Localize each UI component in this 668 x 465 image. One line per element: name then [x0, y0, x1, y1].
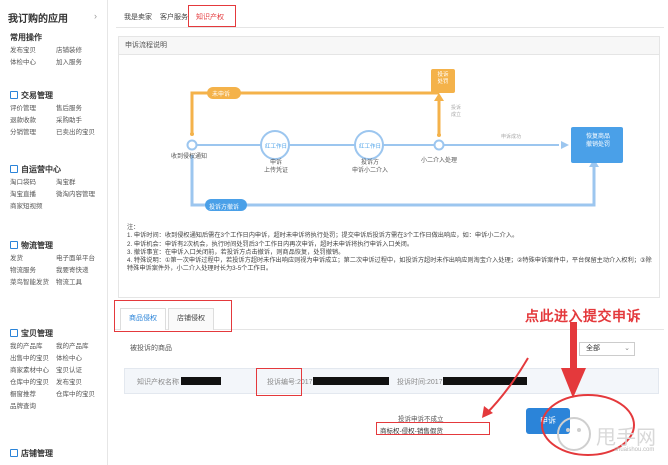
- sidebar-link[interactable]: 体检中心: [56, 354, 102, 364]
- appeal2-label: 投诉方 申诉小二介入: [351, 160, 388, 174]
- redaction: [442, 377, 527, 385]
- appeal2-tag: 红工作日: [359, 144, 382, 150]
- sidebar-link[interactable]: 发布宝贝: [10, 46, 56, 56]
- sidebar-link[interactable]: 物流服务: [10, 266, 56, 276]
- sidebar-group-title: 常用操作: [10, 33, 42, 42]
- label-appeal-success: 申诉成功: [501, 134, 522, 140]
- sidebar-link[interactable]: 采购助手: [56, 116, 102, 126]
- sidebar-group-title: 店铺管理: [21, 449, 53, 458]
- pointer-arrow-icon: [482, 406, 493, 418]
- sidebar-link[interactable]: 淘宝直播: [10, 190, 56, 200]
- chevron-down-icon: ⌄: [624, 345, 630, 352]
- sidebar-link[interactable]: 菜鸟智能发货: [10, 278, 56, 288]
- sidebar-link[interactable]: 橱窗推荐: [10, 390, 56, 400]
- sidebar-link[interactable]: 我要寄快递: [56, 266, 102, 276]
- note-line: 1. 申诉时间：收到侵权通知后需在3个工作日内申诉，超时未申诉将执行处罚；提交申…: [127, 232, 519, 240]
- sidebar-link[interactable]: 体检中心: [10, 58, 56, 68]
- chevron-right-icon[interactable]: ›: [94, 11, 97, 21]
- sidebar-link[interactable]: 发货: [10, 254, 56, 264]
- sidebar-link[interactable]: 商家短视频: [10, 202, 56, 212]
- sidebar-link[interactable]: 商家素材中心: [10, 366, 56, 376]
- status-filter-select[interactable]: 全部 ⌄: [579, 342, 635, 356]
- sidebar-link[interactable]: 我的产品库: [56, 342, 102, 352]
- ip-name-label: 知识产权名称: [137, 379, 179, 386]
- watermark-glyphs: 甩手网: [596, 425, 656, 449]
- sidebar: 我订购的应用 › 常用操作 发布宝贝 店铺装修 体检中心 加入服务 交易管理 评…: [0, 0, 108, 465]
- penalty-text: 投诉 处罚: [437, 72, 449, 85]
- sidebar-link[interactable]: 物流工具: [56, 278, 102, 288]
- sidebar-group-title: 宝贝管理: [21, 329, 53, 338]
- watermark-logo: 甩手网: [557, 417, 656, 451]
- receive-node: [186, 139, 198, 151]
- operation-icon: [10, 165, 18, 173]
- sidebar-link[interactable]: 店铺装修: [56, 46, 102, 56]
- sidebar-link[interactable]: 仓库中的宝贝: [56, 390, 102, 400]
- sidebar-group-common: 常用操作 发布宝贝 店铺装修 体检中心 加入服务: [10, 32, 106, 68]
- sidebar-group-logistics: 物流管理 发货 电子面单平台 物流服务 我要寄快递 菜鸟智能发货 物流工具: [10, 240, 106, 288]
- process-panel: 申诉流程说明 未申诉 投诉 处罚 投诉 成立 红工作日 红工作日 收到侵权通知 …: [118, 36, 660, 298]
- appeal1-label: 申诉 上传凭证: [263, 160, 288, 174]
- select-value: 全部: [586, 345, 600, 352]
- note-line: 4. 特殊说明：①第一次申诉过程中，若投诉方超时未作出响应则视为申诉成立；第二次…: [127, 257, 652, 273]
- label-withdraw: 投诉方撤诉: [209, 205, 240, 211]
- watermark-text: shuaishou.com: [614, 447, 655, 453]
- tab-customer-service[interactable]: 客户服务: [160, 12, 188, 22]
- appeal1-tag: 红工作日: [265, 144, 288, 150]
- sidebar-link[interactable]: 淘宝群: [56, 178, 102, 188]
- store-icon: [10, 449, 18, 457]
- highlight-ip-tab: [188, 5, 236, 27]
- sidebar-link[interactable]: 已卖出的宝贝: [56, 128, 102, 138]
- sidebar-link[interactable]: 售后服务: [56, 104, 102, 114]
- box-icon: [10, 329, 18, 337]
- sidebar-title: 我订购的应用: [8, 14, 68, 25]
- judge-node: [433, 139, 445, 151]
- process-header: 申诉流程说明: [119, 37, 659, 55]
- note-line: 3. 撤诉事宜：在申诉入口关闭前，若投诉方点击撤诉，则商品恢复，处罚撤销。: [127, 248, 345, 256]
- sidebar-group-title: 交易管理: [21, 91, 53, 100]
- process-notes: 注： 1. 申诉时间：收到侵权通知后需在3个工作日内申诉，超时未申诉将执行处罚；…: [127, 224, 655, 274]
- sidebar-link[interactable]: 分销管理: [10, 128, 56, 138]
- note-line: 2. 申诉机会：申诉有2次机会，执行时间处罚后3个工作日内再次申诉，超时未申诉将…: [127, 240, 414, 248]
- sidebar-group-title: 物流管理: [21, 241, 53, 250]
- redaction: [312, 377, 389, 385]
- sidebar-link[interactable]: 退款收款: [10, 116, 56, 126]
- sidebar-group-trade: 交易管理 评价管理 售后服务 退款收款 采购助手 分销管理 已卖出的宝贝: [10, 90, 106, 138]
- sidebar-link[interactable]: 微淘内容管理: [56, 190, 102, 200]
- sidebar-group-title: 自运营中心: [21, 165, 61, 174]
- revoke-text: 恢复商品 撤销处罚: [585, 134, 610, 148]
- judge-label: 小二介入处理: [421, 158, 458, 164]
- label-complaint-success: 投诉 成立: [451, 105, 462, 118]
- sidebar-link[interactable]: 电子面单平台: [56, 254, 102, 264]
- sidebar-link[interactable]: 加入服务: [56, 58, 102, 68]
- sidebar-group-store: 店铺管理: [10, 448, 106, 460]
- instruction-annotation: 点此进入提交申诉: [525, 308, 641, 324]
- receive-label: 收到侵权通知: [171, 154, 208, 160]
- sidebar-group-self-operation: 自运营中心 淘口袋码 淘宝群 淘宝直播 微淘内容管理 商家短视频: [10, 164, 106, 212]
- sidebar-link[interactable]: 发布宝贝: [56, 378, 102, 388]
- highlight-complaint-no: [256, 368, 302, 396]
- sidebar-group-items: 宝贝管理 我的产品库 我的产品库 出售中的宝贝 体检中心 商家素材中心 宝贝认证…: [10, 328, 106, 412]
- label-not-appealed: 未申诉: [212, 92, 231, 98]
- highlight-trademark-option: [376, 422, 490, 435]
- sidebar-link[interactable]: 宝贝认证: [56, 366, 102, 376]
- reported-items-label: 被投诉的商品: [130, 345, 172, 352]
- sidebar-link[interactable]: 品牌查询: [10, 402, 56, 412]
- sidebar-link[interactable]: 评价管理: [10, 104, 56, 114]
- highlight-subtabs: [114, 300, 232, 332]
- trade-icon: [10, 91, 18, 99]
- tab-seller[interactable]: 我是卖家: [124, 12, 152, 22]
- complaint-record-row: 知识产权名称 投诉编号:2017 投诉时间:2017: [124, 368, 659, 394]
- sidebar-link[interactable]: 出售中的宝贝: [10, 354, 56, 364]
- redaction: [180, 377, 221, 385]
- truck-icon: [10, 241, 18, 249]
- sidebar-link[interactable]: 我的产品库: [10, 342, 56, 352]
- sidebar-link[interactable]: 仓库中的宝贝: [10, 378, 56, 388]
- complaint-time-label: 投诉时间:2017: [397, 379, 443, 386]
- sidebar-link[interactable]: 淘口袋码: [10, 178, 56, 188]
